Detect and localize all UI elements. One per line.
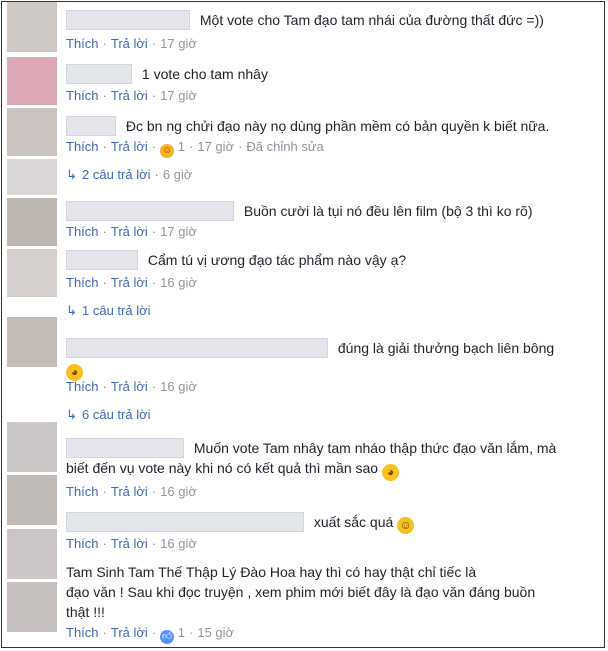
- comment-actions: Thích · Trả lời · 17 giờ: [66, 36, 197, 51]
- view-replies-link[interactable]: ↳ 1 câu trả lời: [66, 302, 151, 320]
- view-replies-link[interactable]: ↳ 2 câu trả lời · 6 giờ: [66, 166, 192, 184]
- comment: 1 vote cho tam nhây: [66, 62, 596, 85]
- smile-emoji-icon: ☺: [397, 517, 415, 534]
- like-link[interactable]: Thích: [66, 275, 99, 290]
- like-link[interactable]: Thích: [66, 88, 99, 103]
- comment: Tam Sinh Tam Thế Thập Lý Đào Hoa hay thì…: [66, 562, 596, 622]
- comment: Buồn cười là tụi nó đều lên film (bộ 3 t…: [66, 199, 596, 222]
- avatar[interactable]: [7, 2, 57, 52]
- reply-link[interactable]: Trả lời: [111, 36, 148, 51]
- comment-text: xuất sắc quá: [313, 514, 394, 531]
- comment-text-line: biết đến vụ vote này khi nó có kết quả t…: [66, 460, 379, 476]
- comment: xuất sắc quá ☺: [66, 510, 596, 534]
- reaction-count[interactable]: 1: [178, 625, 185, 640]
- like-link[interactable]: Thích: [66, 536, 99, 551]
- reply-arrow-icon: ↳: [66, 407, 77, 422]
- reply-link[interactable]: Trả lời: [111, 625, 148, 640]
- timestamp[interactable]: 16 giờ: [160, 379, 197, 394]
- like-icon[interactable]: 👍︎: [160, 630, 175, 644]
- comment-actions: Thích · Trả lời · 16 giờ: [66, 536, 197, 551]
- edited-label[interactable]: Đã chỉnh sửa: [246, 139, 323, 154]
- commenter-name-blurred[interactable]: [66, 201, 234, 222]
- reply-arrow-icon: ↳: [66, 303, 77, 318]
- avatar[interactable]: [7, 57, 57, 105]
- avatar[interactable]: [7, 198, 57, 246]
- reply-link[interactable]: Trả lời: [111, 88, 148, 103]
- timestamp[interactable]: 16 giờ: [160, 536, 197, 551]
- timestamp[interactable]: 17 giờ: [160, 36, 197, 51]
- comment: Một vote cho Tam đạo tam nhái của đường …: [66, 8, 596, 31]
- avatar[interactable]: [7, 108, 57, 156]
- timestamp[interactable]: 17 giờ: [160, 88, 197, 103]
- commenter-name-blurred[interactable]: [66, 64, 132, 85]
- comment-text-line: đạo văn ! Sau khi đọc truyện , xem phim …: [66, 584, 536, 600]
- like-link[interactable]: Thích: [66, 139, 99, 154]
- commenter-name-blurred[interactable]: [66, 512, 304, 533]
- comment-actions: Thích · Trả lời · ☺ 1 · 17 giờ · Đã chỉnh sửa: [66, 139, 324, 158]
- timestamp[interactable]: 16 giờ: [160, 275, 197, 290]
- avatar[interactable]: [7, 529, 57, 579]
- like-link[interactable]: Thích: [66, 379, 99, 394]
- comment-actions: Thích · Trả lời · 17 giờ: [66, 224, 197, 239]
- comment: Đc bn ng chửi đạo này nọ dùng phần mềm c…: [66, 114, 596, 137]
- comments-panel: Một vote cho Tam đạo tam nhái của đường …: [1, 1, 605, 648]
- comment-text: Đc bn ng chửi đạo này nọ dùng phần mềm c…: [125, 118, 550, 135]
- comment: Muốn vote Tam nhây tam nháo thập thức đạ…: [66, 436, 596, 481]
- comment-text: Buồn cười là tụi nó đều lên film (bộ 3 t…: [243, 203, 533, 220]
- comment-actions: Thích · Trả lời · 16 giờ: [66, 379, 197, 394]
- comment-text-line: Muốn vote Tam nhây tam nháo thập thức đạ…: [193, 440, 557, 457]
- reply-link[interactable]: Trả lời: [111, 139, 148, 154]
- avatar[interactable]: [7, 249, 57, 297]
- like-link[interactable]: Thích: [66, 625, 99, 640]
- timestamp[interactable]: 15 giờ: [197, 625, 234, 640]
- comment-text: Một vote cho Tam đạo tam nhái của đường …: [199, 12, 544, 29]
- haha-icon[interactable]: ☺: [160, 144, 175, 158]
- avatar[interactable]: [7, 422, 57, 472]
- pacman-emoji-icon: ◕: [381, 464, 399, 481]
- commenter-name-blurred[interactable]: [66, 250, 138, 271]
- timestamp[interactable]: 17 giờ: [197, 139, 234, 154]
- reply-link[interactable]: Trả lời: [111, 379, 148, 394]
- commenter-name-blurred[interactable]: [66, 116, 116, 137]
- comment: đúng là giải thưởng bạch liên bông ◕: [66, 336, 596, 381]
- reply-arrow-icon: ↳: [66, 167, 77, 182]
- comment-text: đúng là giải thưởng bạch liên bông: [337, 340, 555, 357]
- reaction-count[interactable]: 1: [178, 139, 185, 154]
- avatar[interactable]: [7, 475, 57, 525]
- avatar[interactable]: [7, 159, 57, 195]
- comment-actions: Thích · Trả lời · 17 giờ: [66, 88, 197, 103]
- comment: Cẩm tú vị ương đạo tác phẩm nào vậy ạ?: [66, 248, 596, 271]
- comment-text-line: Tam Sinh Tam Thế Thập Lý Đào Hoa hay thì…: [66, 564, 477, 580]
- like-link[interactable]: Thích: [66, 224, 99, 239]
- reply-link[interactable]: Trả lời: [111, 484, 148, 499]
- commenter-name-blurred[interactable]: [66, 438, 184, 459]
- comment-text-line: thật !!!: [66, 604, 105, 620]
- commenter-name-blurred[interactable]: [66, 10, 190, 31]
- comment-actions: Thích · Trả lời · 16 giờ: [66, 484, 197, 499]
- comment-actions: Thích · Trả lời · 👍︎ 1 · 15 giờ: [66, 625, 235, 644]
- like-link[interactable]: Thích: [66, 484, 99, 499]
- comment-text: Cẩm tú vị ương đạo tác phẩm nào vậy ạ?: [147, 252, 407, 269]
- comment-text: 1 vote cho tam nhây: [141, 66, 268, 83]
- reply-link[interactable]: Trả lời: [111, 224, 148, 239]
- view-replies-link[interactable]: ↳ 6 câu trả lời: [66, 406, 151, 424]
- reply-link[interactable]: Trả lời: [111, 275, 148, 290]
- avatar-column: [2, 2, 58, 647]
- comment-actions: Thích · Trả lời · 16 giờ: [66, 275, 197, 290]
- avatar[interactable]: [7, 317, 57, 367]
- commenter-name-blurred[interactable]: [66, 338, 328, 359]
- timestamp[interactable]: 16 giờ: [160, 484, 197, 499]
- timestamp: 6 giờ: [162, 167, 193, 182]
- timestamp[interactable]: 17 giờ: [160, 224, 197, 239]
- like-link[interactable]: Thích: [66, 36, 99, 51]
- reply-link[interactable]: Trả lời: [111, 536, 148, 551]
- avatar[interactable]: [7, 582, 57, 632]
